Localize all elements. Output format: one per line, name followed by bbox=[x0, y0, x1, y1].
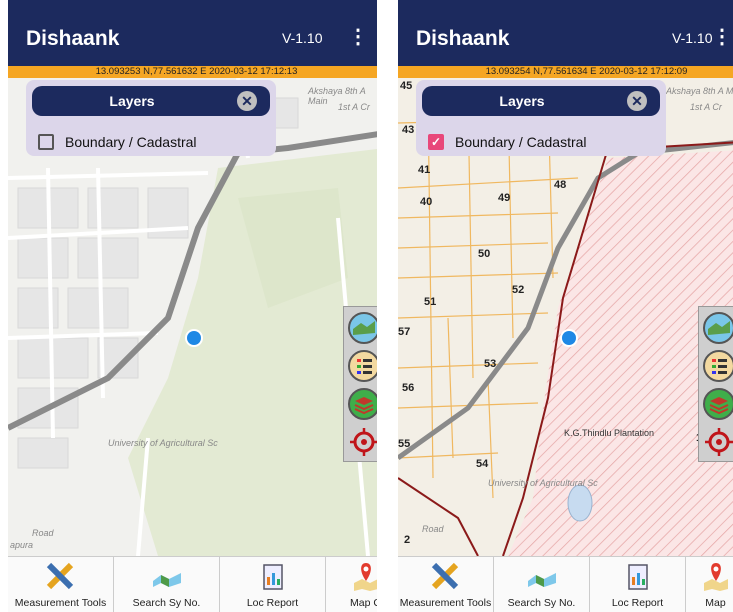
plantation-label: K.G.Thindlu Plantation bbox=[564, 428, 655, 438]
version-label: V-1.10 bbox=[282, 30, 323, 46]
road-label: University of Agricultural Sc bbox=[108, 438, 218, 448]
parcel-label: 57 bbox=[398, 326, 411, 338]
screen-layers-unchecked: Dishaank V-1.10 ⋮ 13.093253 N,77.561632 … bbox=[8, 0, 377, 612]
map-pin-icon bbox=[353, 563, 377, 591]
map-search-icon bbox=[152, 573, 181, 587]
nav-label: Loc Report bbox=[246, 597, 299, 609]
legend-list-icon[interactable] bbox=[347, 349, 377, 383]
ruler-pencil-icon bbox=[46, 562, 73, 590]
screen-layers-checked: Dishaank V-1.10 ⋮ 13.093254 N,77.561634 … bbox=[398, 0, 733, 612]
map-tools-panel bbox=[343, 306, 377, 462]
nav-map[interactable]: Map C bbox=[326, 557, 377, 612]
nav-label: Map C bbox=[350, 597, 377, 609]
layer-checkbox[interactable]: ✓ bbox=[428, 134, 444, 150]
nav-label: Search Sy No. bbox=[507, 597, 576, 609]
app-bar: Dishaank V-1.10 ⋮ bbox=[398, 0, 733, 66]
road-label: apura bbox=[10, 540, 34, 550]
road-label: Road bbox=[32, 528, 54, 538]
layers-panel: Layers ✕ Boundary / Cadastral bbox=[26, 80, 276, 156]
coordinates-bar: 13.093253 N,77.561632 E 2020-03-12 17:12… bbox=[8, 66, 377, 78]
layer-label: Boundary / Cadastral bbox=[455, 134, 587, 150]
legend-list-icon[interactable] bbox=[702, 349, 733, 383]
nav-measurement-tools[interactable]: Measurement Tools bbox=[8, 557, 114, 612]
layer-checkbox[interactable] bbox=[38, 134, 54, 150]
nav-loc-report[interactable]: Loc Report bbox=[590, 557, 686, 612]
road-label: Akshaya 8th A Main bbox=[666, 86, 733, 96]
layers-header: Layers ✕ bbox=[422, 86, 660, 116]
bottom-nav: Measurement Tools Search Sy No. Loc Repo… bbox=[398, 556, 733, 612]
layers-title: Layers bbox=[499, 93, 545, 109]
globe-map-icon[interactable] bbox=[347, 311, 377, 345]
parcel-label: 52 bbox=[512, 284, 525, 296]
layers-stack-icon[interactable] bbox=[347, 387, 377, 421]
map-tools-panel bbox=[698, 306, 733, 462]
parcel-label: 49 bbox=[498, 192, 511, 204]
nav-label: Search Sy No. bbox=[132, 597, 201, 609]
parcel-label: 2 bbox=[404, 534, 411, 546]
road-label: 1st A Cr bbox=[338, 102, 370, 112]
report-doc-icon bbox=[627, 564, 648, 590]
parcel-label: 45 bbox=[400, 80, 413, 92]
ruler-pencil-icon bbox=[431, 562, 458, 590]
nav-measurement-tools[interactable]: Measurement Tools bbox=[398, 557, 494, 612]
road-label: University of Agricultural Sc bbox=[488, 478, 598, 488]
coordinates-bar: 13.093254 N,77.561634 E 2020-03-12 17:12… bbox=[398, 66, 733, 78]
version-label: V-1.10 bbox=[672, 30, 713, 46]
layers-stack-icon[interactable] bbox=[702, 387, 733, 421]
map-search-icon bbox=[527, 573, 556, 587]
nav-search-sy-no[interactable]: Search Sy No. bbox=[114, 557, 220, 612]
parcel-label: 54 bbox=[476, 458, 489, 470]
parcel-label: 48 bbox=[554, 179, 567, 191]
parcel-label: 50 bbox=[478, 248, 491, 260]
parcel-label: 41 bbox=[418, 164, 431, 176]
road-label: 1st A Cr bbox=[690, 102, 722, 112]
nav-label: Map bbox=[705, 597, 726, 609]
nav-label: Loc Report bbox=[611, 597, 664, 609]
nav-label: Measurement Tools bbox=[399, 597, 492, 609]
more-vert-icon[interactable]: ⋮ bbox=[712, 27, 732, 47]
nav-label: Measurement Tools bbox=[14, 597, 107, 609]
road-label: Road bbox=[422, 524, 444, 534]
locate-target-icon[interactable] bbox=[702, 425, 733, 459]
parcel-label: 43 bbox=[402, 124, 415, 136]
layers-header: Layers ✕ bbox=[32, 86, 270, 116]
layers-title: Layers bbox=[109, 93, 155, 109]
app-bar: Dishaank V-1.10 ⋮ bbox=[8, 0, 377, 66]
close-circle-icon[interactable]: ✕ bbox=[237, 91, 257, 111]
app-title: Dishaank bbox=[26, 27, 120, 50]
globe-map-icon[interactable] bbox=[702, 311, 733, 345]
more-vert-icon[interactable]: ⋮ bbox=[348, 27, 368, 47]
locate-target-icon[interactable] bbox=[347, 425, 377, 459]
nav-search-sy-no[interactable]: Search Sy No. bbox=[494, 557, 590, 612]
parcel-label: 51 bbox=[424, 296, 437, 308]
layer-label: Boundary / Cadastral bbox=[65, 134, 197, 150]
nav-map[interactable]: Map bbox=[686, 557, 733, 612]
parcel-label: 55 bbox=[398, 438, 411, 450]
bottom-nav: Measurement Tools Search Sy No. Loc Repo… bbox=[8, 556, 377, 612]
report-doc-icon bbox=[262, 564, 283, 590]
layers-panel: Layers ✕ ✓ Boundary / Cadastral bbox=[416, 80, 666, 156]
parcel-label: 53 bbox=[484, 358, 497, 370]
nav-loc-report[interactable]: Loc Report bbox=[220, 557, 326, 612]
parcel-label: 40 bbox=[420, 196, 433, 208]
parcel-label: 56 bbox=[402, 382, 415, 394]
app-title: Dishaank bbox=[416, 27, 510, 50]
map-pin-icon bbox=[703, 563, 728, 591]
close-circle-icon[interactable]: ✕ bbox=[627, 91, 647, 111]
